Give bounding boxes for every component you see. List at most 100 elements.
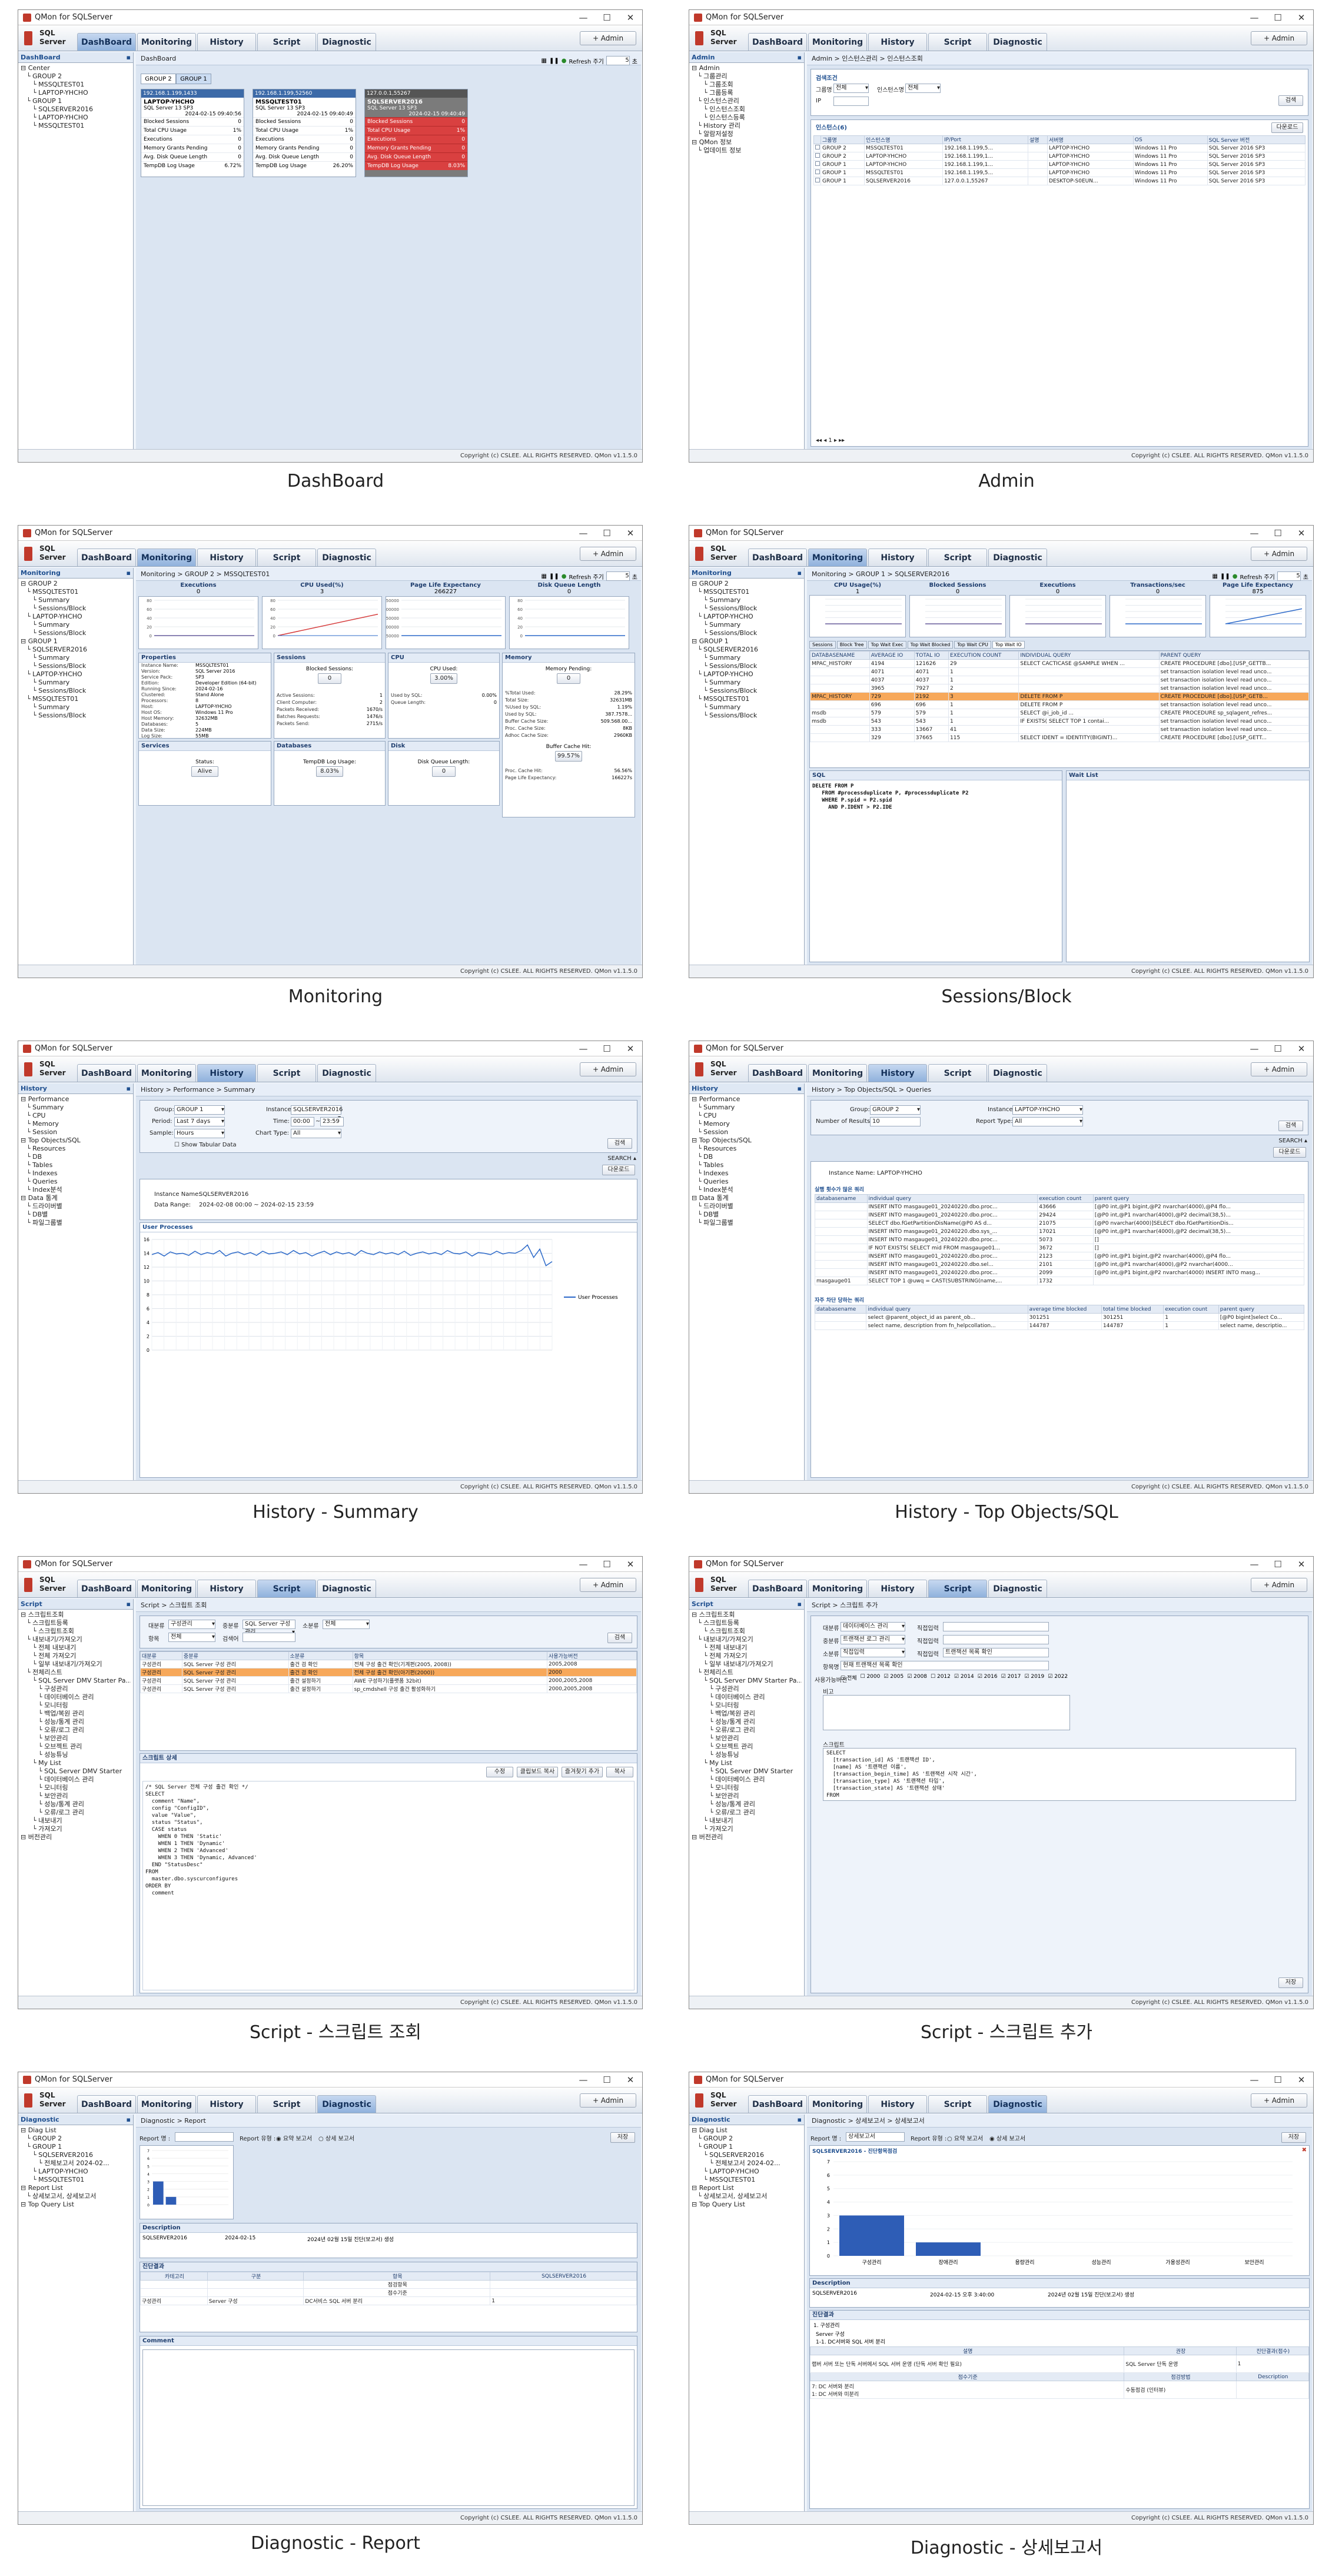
minor-category-input[interactable]: 트랜잭션 목록 확인 xyxy=(943,1648,1049,1657)
version-checkbox[interactable]: ☑ 2005 xyxy=(883,1674,903,1681)
tree-item[interactable]: └ GROUP 2 xyxy=(692,2135,802,2143)
tree-item[interactable]: ⊟ Admin xyxy=(692,64,802,72)
row-checkbox[interactable] xyxy=(815,169,820,174)
tree-item[interactable]: └ SQLSERVER2016 xyxy=(692,2151,802,2159)
time-to[interactable]: 23:59 xyxy=(320,1117,344,1126)
tree-item[interactable]: └ 데이터베이스 관리 xyxy=(692,1776,802,1784)
row-checkbox[interactable] xyxy=(815,161,820,166)
tree-item[interactable]: ⊟ Diag List xyxy=(21,2126,131,2135)
instance-card[interactable]: 192.168.1.199,1433 LAPTOP-YHCHO SQL Serv… xyxy=(141,89,244,177)
tab-script[interactable]: Script xyxy=(257,549,316,566)
list-view-icon[interactable]: ▦ xyxy=(542,58,547,64)
tree-item[interactable]: └ 전체리스트 xyxy=(21,1668,131,1677)
tab-diagnostic[interactable]: Diagnostic xyxy=(988,33,1047,51)
group-select[interactable]: GROUP 1 ▾ xyxy=(174,1105,225,1115)
tree-item[interactable]: └ 인스턴스조회 xyxy=(692,105,802,114)
tree-item[interactable]: └ 전체 가져오기 xyxy=(21,1652,131,1660)
subcategory-input[interactable] xyxy=(943,1635,1049,1644)
group-select[interactable]: 전체 ▾ xyxy=(833,84,869,93)
column-header[interactable]: SQL Server 버전 xyxy=(1207,135,1306,144)
tree-item[interactable]: └ GROUP 2 xyxy=(21,2135,131,2143)
tree-item[interactable]: └ 스크립트조회 xyxy=(21,1627,131,1636)
pin-icon[interactable]: ▪ xyxy=(798,2115,802,2125)
minor-category-select[interactable]: 전체 ▾ xyxy=(323,1620,370,1629)
column-header[interactable]: 진단결과(점수) xyxy=(1235,2346,1310,2355)
tree-item[interactable]: └ MSSQLTEST01 xyxy=(692,588,802,596)
table-row[interactable]: msdb 579 579 1 SELECT @i_job_id ... CREATE PR… xyxy=(810,709,1309,717)
tree-item[interactable]: └ MSSQLTEST01 xyxy=(692,2176,802,2184)
column-header[interactable]: 그룹명 xyxy=(821,135,865,144)
tree-item[interactable]: └ 파일그룹별 xyxy=(21,1219,131,1227)
tree-item[interactable]: └ 가져오기 xyxy=(21,1825,131,1833)
subtab[interactable]: Top Wait Blocked xyxy=(907,641,954,649)
column-header[interactable]: parent query xyxy=(1092,1194,1305,1203)
version-checkbox[interactable]: ☐ 2012 xyxy=(931,1674,951,1681)
tree-item[interactable]: └ 드라이버별 xyxy=(21,1202,131,1211)
tree-item[interactable]: └ Tables xyxy=(692,1161,802,1169)
tree-item[interactable]: └ CPU xyxy=(21,1112,131,1120)
tree-item[interactable]: └ LAPTOP-YHCHO xyxy=(21,2168,131,2176)
play-icon[interactable]: ● xyxy=(1233,573,1238,580)
table-row[interactable]: 구성관리 SQL Server 구성 관리 출건 검 확인 전체 구성 출건 확인(기… xyxy=(140,1660,637,1668)
pin-icon[interactable]: ▪ xyxy=(798,1083,802,1094)
tree-item[interactable]: ⊟ Center xyxy=(21,64,131,72)
admin-button[interactable]: + Admin xyxy=(580,31,636,45)
tree-item[interactable]: ⊟ Data 통계 xyxy=(21,1194,131,1202)
admin-button[interactable]: + Admin xyxy=(1251,1578,1307,1592)
minimize-icon[interactable]: — xyxy=(1243,1559,1266,1570)
tree-item[interactable]: └ Index분석 xyxy=(21,1186,131,1194)
tree-item[interactable]: ⊟ Top Objects/SQL xyxy=(692,1136,802,1145)
version-checkbox[interactable]: ☑ 2014 xyxy=(954,1674,974,1681)
subcategory-select[interactable]: SQL Server 구성 관리▾ xyxy=(243,1620,295,1636)
table-row[interactable]: 4071 4071 1 set transaction isolation level… xyxy=(810,667,1309,676)
tab-script[interactable]: Script xyxy=(928,2095,987,2113)
report-name-input[interactable] xyxy=(175,2132,234,2142)
play-icon[interactable]: ● xyxy=(562,573,567,580)
close-icon[interactable]: ✕ xyxy=(1290,1559,1313,1570)
tab-script[interactable]: Script xyxy=(257,33,316,51)
tree-item[interactable]: └ SQL Server DMV Starter Pa... xyxy=(21,1677,131,1685)
tree-item[interactable]: └ 보안관리 xyxy=(692,1734,802,1743)
tree-item[interactable]: └ Summary xyxy=(21,654,131,662)
tree-item[interactable]: ⊟ 스크립트조회 xyxy=(692,1611,802,1619)
tree-item[interactable]: ⊟ GROUP 1 xyxy=(21,637,131,646)
maximize-icon[interactable]: ☐ xyxy=(1266,1043,1290,1054)
column-header[interactable]: SQLSERVER2016 xyxy=(490,2272,637,2281)
column-header[interactable]: 구분 xyxy=(207,2272,304,2281)
subtab[interactable]: Top Wait Exec xyxy=(868,641,906,649)
tab-history[interactable]: History xyxy=(868,33,927,51)
tree-item[interactable]: └ History 관리 xyxy=(692,122,802,130)
subtab[interactable]: Sessions xyxy=(809,641,836,649)
tab-dashboard[interactable]: DashBoard xyxy=(748,1580,807,1597)
minimize-icon[interactable]: — xyxy=(1243,1043,1266,1054)
search-button[interactable]: 검색 xyxy=(607,1138,632,1149)
close-icon[interactable]: ✕ xyxy=(1290,12,1313,23)
tree-item[interactable]: └ My List xyxy=(692,1759,802,1767)
admin-button[interactable]: + Admin xyxy=(1251,2093,1307,2108)
tree-item[interactable]: ⊟ Performance xyxy=(692,1095,802,1103)
tree-item[interactable]: └ Summary xyxy=(692,621,802,629)
buffer-cache-value[interactable]: 99.57% xyxy=(555,751,582,762)
tree-item[interactable]: └ 내보내기/가져오기 xyxy=(692,1636,802,1644)
admin-button[interactable]: + Admin xyxy=(580,2093,636,2108)
table-row[interactable]: 구성관리 SQL Server 구성 관리 출건 설정하기 AWE 구성하기(플랫폼 … xyxy=(140,1676,637,1685)
tree-item[interactable]: └ 내보내기 xyxy=(692,1817,802,1825)
tree-item[interactable]: └ 백업/복원 관리 xyxy=(21,1710,131,1718)
tree-item[interactable]: └ LAPTOP-YHCHO xyxy=(692,2168,802,2176)
table-row[interactable]: INSERT INTO masgauge01_20240220.dbo.sys_… xyxy=(815,1227,1305,1236)
tree-item[interactable]: ⊟ 버전관리 xyxy=(692,1833,802,1842)
tab-dashboard[interactable]: DashBoard xyxy=(77,2095,136,2113)
add-favorite-button[interactable]: 즐겨찾기 추가 xyxy=(562,1767,603,1777)
tree-item[interactable]: └ 오류/로그 관리 xyxy=(21,1809,131,1817)
tree-item[interactable]: └ 전체보고서 2024-02... xyxy=(21,2159,131,2168)
tree-item[interactable]: └ LAPTOP-YHCHO xyxy=(692,670,802,679)
tree-item[interactable]: └ DB xyxy=(21,1153,131,1161)
tree-item[interactable]: └ Memory xyxy=(21,1120,131,1128)
maximize-icon[interactable]: ☐ xyxy=(595,1559,619,1570)
tab-script[interactable]: Script xyxy=(257,2095,316,2113)
tree-item[interactable]: └ 오류/로그 관리 xyxy=(21,1726,131,1734)
save-button[interactable]: 저장 xyxy=(1278,1977,1303,1988)
tree-item[interactable]: └ 오류/로그 관리 xyxy=(692,1809,802,1817)
tree-item[interactable]: └ 전체리스트 xyxy=(692,1668,802,1677)
tab-history[interactable]: History xyxy=(197,549,256,566)
